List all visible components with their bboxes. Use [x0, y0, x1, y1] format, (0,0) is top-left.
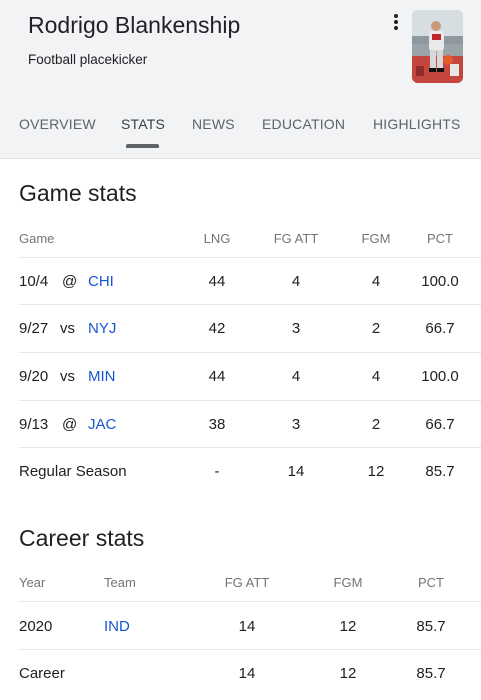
row-divider — [19, 352, 481, 353]
game-location: vs — [60, 368, 75, 385]
tab-bar: OVERVIEW STATS NEWS EDUCATION HIGHLIGHTS — [0, 112, 481, 152]
fgm-value: 12 — [367, 463, 385, 480]
column-header-lng: LNG — [203, 231, 231, 246]
game-date: 9/27 — [19, 320, 49, 337]
fg-att-value: 14 — [238, 618, 256, 635]
row-divider — [19, 447, 481, 448]
column-header-pct: PCT — [418, 575, 444, 590]
fg-att-value: 3 — [291, 320, 301, 337]
fgm-value: 12 — [339, 618, 357, 635]
fg-att-value: 4 — [291, 368, 301, 385]
fgm-value: 2 — [371, 416, 381, 433]
game-location: vs — [60, 320, 75, 337]
lng-value: 44 — [208, 368, 226, 385]
tab-education[interactable]: EDUCATION — [262, 116, 345, 132]
lng-value: 42 — [208, 320, 226, 337]
tab-highlights[interactable]: HIGHLIGHTS — [373, 116, 461, 132]
career-total-label: Career — [19, 665, 65, 682]
active-tab-indicator — [126, 144, 159, 148]
column-header-fgm: FGM — [333, 575, 363, 590]
tab-stats[interactable]: STATS — [121, 116, 165, 132]
lng-value: - — [214, 463, 220, 480]
knowledge-panel-header: Rodrigo Blankenship Football placekicker… — [0, 0, 481, 159]
game-date: 9/20 — [19, 368, 49, 385]
fgm-value: 4 — [371, 368, 381, 385]
fgm-value: 12 — [339, 665, 357, 682]
player-name: Rodrigo Blankenship — [28, 12, 241, 38]
player-photo[interactable] — [412, 10, 463, 83]
pct-value: 85.7 — [416, 665, 446, 682]
column-header-pct: PCT — [427, 231, 453, 246]
pct-value: 85.7 — [416, 618, 446, 635]
career-year: 2020 — [19, 618, 53, 635]
game-date: 10/4 — [19, 273, 49, 290]
tab-news[interactable]: NEWS — [192, 116, 235, 132]
column-header-team: Team — [104, 575, 136, 590]
team-link[interactable]: IND — [104, 618, 130, 635]
career-stats-title: Career stats — [19, 525, 145, 551]
fg-att-value: 14 — [287, 463, 305, 480]
regular-season-label: Regular Season — [19, 463, 127, 480]
row-divider — [19, 257, 481, 258]
game-location: @ — [62, 416, 78, 433]
row-divider — [19, 601, 481, 602]
pct-value: 100.0 — [421, 273, 459, 290]
fg-att-value: 14 — [238, 665, 256, 682]
opponent-link[interactable]: NYJ — [88, 320, 116, 337]
opponent-link[interactable]: MIN — [88, 368, 116, 385]
column-header-game: Game — [19, 231, 55, 246]
fg-att-value: 3 — [291, 416, 301, 433]
lng-value: 44 — [208, 273, 226, 290]
game-stats-title: Game stats — [19, 180, 137, 206]
opponent-link[interactable]: CHI — [88, 273, 114, 290]
lng-value: 38 — [208, 416, 226, 433]
tab-overview[interactable]: OVERVIEW — [19, 116, 96, 132]
pct-value: 100.0 — [421, 368, 459, 385]
game-location: @ — [62, 273, 78, 290]
more-options-icon[interactable] — [388, 12, 404, 32]
pct-value: 66.7 — [425, 416, 455, 433]
row-divider — [19, 400, 481, 401]
fgm-value: 4 — [371, 273, 381, 290]
column-header-fg-att: FG ATT — [224, 575, 270, 590]
column-header-fg-att: FG ATT — [273, 231, 319, 246]
row-divider — [19, 649, 481, 650]
pct-value: 85.7 — [425, 463, 455, 480]
pct-value: 66.7 — [425, 320, 455, 337]
game-date: 9/13 — [19, 416, 49, 433]
fg-att-value: 4 — [291, 273, 301, 290]
player-description: Football placekicker — [28, 52, 148, 67]
fgm-value: 2 — [371, 320, 381, 337]
column-header-year: Year — [19, 575, 46, 590]
column-header-fgm: FGM — [361, 231, 391, 246]
opponent-link[interactable]: JAC — [88, 416, 116, 433]
row-divider — [19, 304, 481, 305]
